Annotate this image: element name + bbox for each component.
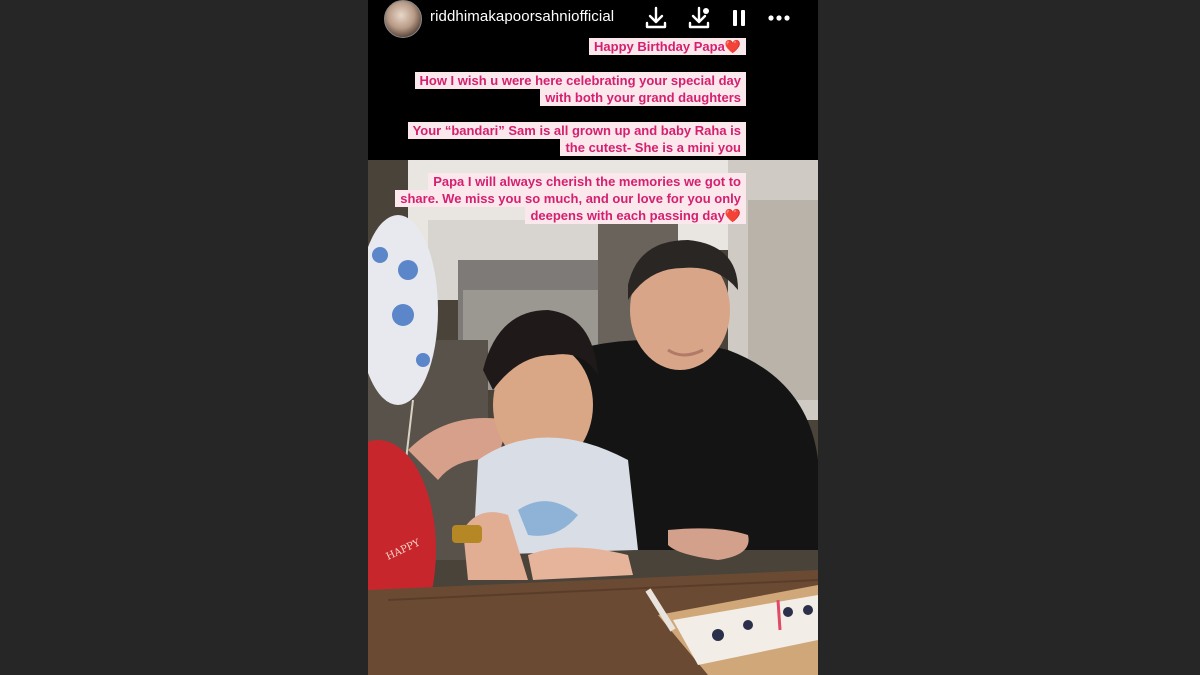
avatar[interactable] [384, 0, 422, 38]
caption-line: the cutest- She is a mini you [560, 139, 746, 156]
caption-line: How I wish u were here celebrating your … [414, 72, 746, 89]
caption-line: Your “bandari” Sam is all grown up and b… [407, 122, 746, 139]
caption-line: deepens with each passing day❤️ [525, 207, 746, 224]
caption-4: Papa I will always cherish the memories … [395, 173, 746, 224]
save-icon[interactable] [686, 5, 712, 31]
story-viewer[interactable]: HAPPY riddhimakapoorsahniofficial Happy … [368, 0, 818, 675]
username[interactable]: riddhimakapoorsahniofficial [430, 8, 614, 25]
more-icon[interactable] [766, 5, 792, 31]
photo-illustration: HAPPY [368, 160, 818, 675]
story-photo: HAPPY [368, 160, 818, 675]
caption-line: with both your grand daughters [540, 89, 746, 106]
caption-line: Papa I will always cherish the memories … [428, 173, 746, 190]
screen: HAPPY riddhimakapoorsahniofficial Happy … [0, 0, 1200, 675]
caption-line: Happy Birthday Papa❤️ [589, 38, 746, 55]
pause-icon[interactable] [726, 5, 752, 31]
caption-line: share. We miss you so much, and our love… [395, 190, 746, 207]
caption-2: How I wish u were here celebrating your … [414, 72, 746, 106]
caption-3: Your “bandari” Sam is all grown up and b… [407, 122, 746, 156]
download-icon[interactable] [643, 5, 669, 31]
story-header: riddhimakapoorsahniofficial [368, 0, 818, 38]
caption-1: Happy Birthday Papa❤️ [589, 38, 746, 55]
